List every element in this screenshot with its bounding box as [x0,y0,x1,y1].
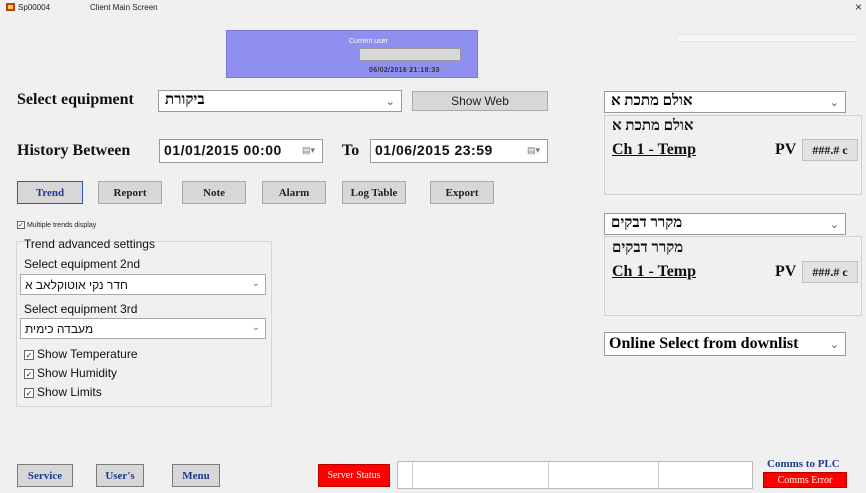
equipment-2nd-label: Select equipment 2nd [24,257,141,271]
chevron-down-icon: ⌄ [829,339,839,351]
online-select-value: Online Select from downlist [609,335,799,352]
equipment-2nd-value: חדר נקי אוטוקלאב א [25,278,128,292]
chevron-down-icon: ⌄ [251,322,260,333]
online-2-select[interactable]: מקרר דבקים ⌄ [604,213,846,235]
equipment-2nd-select[interactable]: חדר נקי אוטוקלאב א ⌄ [20,274,266,295]
online-2-select-value: מקרר דבקים [611,215,683,231]
equipment-3rd-select[interactable]: מעבדה כימית ⌄ [20,318,266,339]
header-strip [676,34,858,42]
chevron-down-icon: ⌄ [251,278,260,289]
multiple-trends-checkbox[interactable]: ✓ Multiple trends display [17,221,96,229]
show-temperature-checkbox[interactable]: ✓ Show Temperature [24,347,138,361]
trend-button[interactable]: Trend [17,181,83,204]
checkbox-icon[interactable]: ✓ [17,221,25,229]
current-user-panel: Current user 06/02/2016 21:18:33 [226,30,478,78]
show-humidity-checkbox[interactable]: ✓ Show Humidity [24,366,117,380]
multiple-trends-label: Multiple trends display [26,221,97,229]
close-icon[interactable]: × [855,0,862,14]
history-to-field[interactable]: 01/06/2015 23:59 ▤▾ [370,139,548,163]
online-1-pv-label: PV [775,141,797,158]
current-datetime: 06/02/2016 21:18:33 [369,67,440,74]
equipment-3rd-value: מעבדה כימית [25,322,94,336]
history-from-value: 01/01/2015 00:00 [164,142,282,158]
chevron-down-icon: ⌄ [385,96,395,108]
online-1-select-value: אולם מתכת א [611,93,693,109]
app-icon [6,3,15,11]
online-1-title: אולם מתכת א [612,118,694,134]
history-between-label: History Between [17,142,131,159]
menu-button[interactable]: Menu [172,464,220,487]
equipment-select-value: ביקורת [165,92,205,108]
online-2-channel-link[interactable]: Ch 1 - Temp [612,263,696,281]
service-button[interactable]: Service [17,464,73,487]
show-web-button[interactable]: Show Web [412,91,548,111]
chevron-down-icon: ⌄ [829,219,839,231]
note-button[interactable]: Note [182,181,246,204]
title-bar: Sp00004 Client Main Screen × [0,0,866,14]
calendar-dropdown-icon[interactable]: ▤▾ [527,145,540,156]
show-limits-label: Show Limits [37,385,102,399]
comms-status-indicator: Comms Error [763,472,847,488]
users-button[interactable]: User's [96,464,144,487]
online-1-select[interactable]: אולם מתכת א ⌄ [604,91,846,113]
checkbox-icon[interactable]: ✓ [24,387,34,398]
log-table-button[interactable]: Log Table [342,181,406,204]
history-from-field[interactable]: 01/01/2015 00:00 ▤▾ [159,139,323,163]
report-button[interactable]: Report [98,181,162,204]
show-limits-checkbox[interactable]: ✓ Show Limits [24,385,102,399]
window-title: Client Main Screen [90,3,158,12]
history-to-text: To [342,142,360,159]
online-1-pv-value: ###.# c [802,139,858,161]
server-status-indicator: Server Status [318,464,390,487]
comms-to-plc-label: Comms to PLC [767,458,840,470]
chevron-down-icon: ⌄ [829,97,839,109]
equipment-3rd-label: Select equipment 3rd [24,302,138,316]
online-2-pv-value: ###.# c [802,261,858,283]
online-select-dropdown[interactable]: Online Select from downlist ⌄ [604,332,846,356]
current-user-field [359,48,461,61]
app-id: Sp00004 [18,3,51,12]
trend-advanced-title: Trend advanced settings [24,237,155,251]
alarm-button[interactable]: Alarm [262,181,326,204]
checkbox-icon[interactable]: ✓ [24,368,34,379]
select-equipment-label: Select equipment [17,91,134,108]
current-user-label: Current user [349,38,388,45]
checkbox-icon[interactable]: ✓ [24,349,34,360]
show-humidity-label: Show Humidity [37,366,118,380]
status-bar [397,461,753,489]
calendar-dropdown-icon[interactable]: ▤▾ [302,145,315,156]
online-2-title: מקרר דבקים [612,240,684,256]
online-1-channel-link[interactable]: Ch 1 - Temp [612,141,696,159]
equipment-select[interactable]: ביקורת ⌄ [158,90,402,112]
history-to-value: 01/06/2015 23:59 [375,142,493,158]
export-button[interactable]: Export [430,181,494,204]
online-2-pv-label: PV [775,263,797,280]
show-temperature-label: Show Temperature [37,347,138,361]
